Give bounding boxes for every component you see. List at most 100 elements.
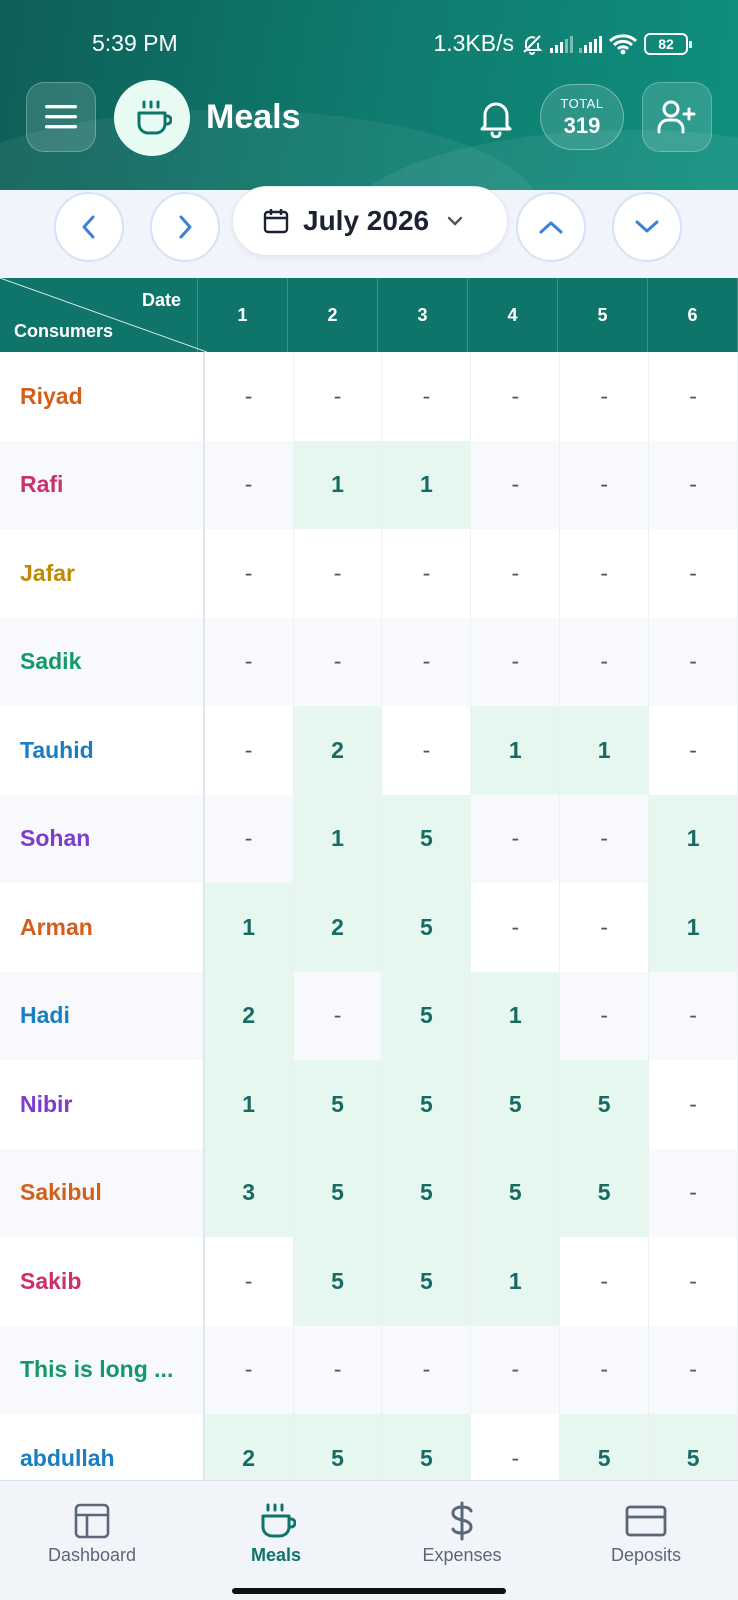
meal-count-cell[interactable]: - xyxy=(205,1237,294,1326)
meal-count-cell[interactable]: 5 xyxy=(471,1060,561,1149)
meal-count-cell[interactable]: - xyxy=(382,617,472,706)
consumer-name[interactable]: Jafar xyxy=(0,529,205,618)
meal-count-cell[interactable]: 5 xyxy=(649,1414,738,1480)
meal-count-cell[interactable]: - xyxy=(649,1237,738,1326)
meal-count-cell[interactable]: - xyxy=(382,706,472,795)
meal-count-cell[interactable]: - xyxy=(382,1325,472,1414)
meal-count-cell[interactable]: 1 xyxy=(204,1060,294,1149)
meal-count-cell[interactable]: - xyxy=(471,1414,561,1480)
month-selector[interactable]: July 2026 xyxy=(232,186,508,256)
meal-count-cell[interactable]: 5 xyxy=(471,1148,561,1237)
meal-count-cell[interactable]: 2 xyxy=(293,883,383,972)
meal-count-cell[interactable]: 1 xyxy=(382,440,472,529)
meal-count-cell[interactable]: - xyxy=(471,1325,561,1414)
meal-count-cell[interactable]: 5 xyxy=(382,1414,472,1480)
meal-count-cell[interactable]: 1 xyxy=(649,794,738,883)
meal-count-cell[interactable]: - xyxy=(649,1148,738,1237)
meal-count-cell[interactable]: 1 xyxy=(293,440,383,529)
meal-count-cell[interactable]: 3 xyxy=(204,1148,294,1237)
meal-count-cell[interactable]: - xyxy=(471,352,561,441)
meal-count-cell[interactable]: - xyxy=(471,794,561,883)
meal-count-cell[interactable]: 5 xyxy=(382,1060,472,1149)
meal-count-cell[interactable]: - xyxy=(205,617,294,706)
meal-count-cell[interactable]: 5 xyxy=(560,1148,650,1237)
meal-count-cell[interactable]: 5 xyxy=(382,971,472,1060)
meal-count-cell[interactable]: - xyxy=(649,440,738,529)
consumer-name[interactable]: Rafi xyxy=(0,440,205,529)
consumer-name[interactable]: abdullah xyxy=(0,1414,205,1480)
meal-count-cell[interactable]: - xyxy=(471,883,561,972)
consumer-name[interactable]: Tauhid xyxy=(0,706,205,795)
meal-count-cell[interactable]: 1 xyxy=(649,883,738,972)
meal-count-cell[interactable]: 1 xyxy=(293,794,383,883)
meal-count-cell[interactable]: 5 xyxy=(382,794,472,883)
meal-count-cell[interactable]: 5 xyxy=(293,1148,383,1237)
consumer-name[interactable]: Arman xyxy=(0,883,205,972)
consumer-name[interactable]: Sakibul xyxy=(0,1148,205,1237)
meal-count-cell[interactable]: - xyxy=(560,529,650,618)
meal-count-cell[interactable]: 5 xyxy=(293,1060,383,1149)
meal-count-cell[interactable]: 5 xyxy=(382,1237,472,1326)
scroll-down-button[interactable] xyxy=(612,192,682,262)
consumer-name[interactable]: Hadi xyxy=(0,971,205,1060)
meal-count-cell[interactable]: - xyxy=(294,352,383,441)
meal-count-cell[interactable]: - xyxy=(649,529,738,618)
meal-count-cell[interactable]: 1 xyxy=(204,883,294,972)
nav-meals[interactable]: Meals xyxy=(196,1497,356,1566)
meal-count-cell[interactable]: - xyxy=(649,1060,738,1149)
meal-count-cell[interactable]: - xyxy=(560,883,650,972)
meal-count-cell[interactable]: - xyxy=(382,352,472,441)
meal-count-cell[interactable]: - xyxy=(560,1237,650,1326)
meal-count-cell[interactable]: - xyxy=(205,794,294,883)
meal-count-cell[interactable]: - xyxy=(560,794,650,883)
meal-count-cell[interactable]: - xyxy=(471,529,561,618)
meal-count-cell[interactable]: - xyxy=(560,440,650,529)
scroll-up-button[interactable] xyxy=(516,192,586,262)
meal-count-cell[interactable]: 2 xyxy=(204,971,294,1060)
add-user-button[interactable] xyxy=(642,82,712,152)
meal-count-cell[interactable]: - xyxy=(205,352,294,441)
previous-month-button[interactable] xyxy=(54,192,124,262)
meal-count-cell[interactable]: 1 xyxy=(471,971,561,1060)
meal-count-cell[interactable]: 5 xyxy=(293,1414,383,1480)
meal-count-cell[interactable]: - xyxy=(560,1325,650,1414)
meal-count-cell[interactable]: 1 xyxy=(560,706,650,795)
meal-count-cell[interactable]: 5 xyxy=(293,1237,383,1326)
meal-count-cell[interactable]: - xyxy=(649,352,738,441)
meal-count-cell[interactable]: - xyxy=(560,971,650,1060)
consumer-name[interactable]: Sakib xyxy=(0,1237,205,1326)
meal-count-cell[interactable]: - xyxy=(205,1325,294,1414)
consumer-name[interactable]: Sohan xyxy=(0,794,205,883)
meal-count-cell[interactable]: - xyxy=(649,706,738,795)
meal-count-cell[interactable]: 5 xyxy=(560,1060,650,1149)
meal-count-cell[interactable]: - xyxy=(205,440,294,529)
meal-count-cell[interactable]: - xyxy=(471,617,561,706)
meal-count-cell[interactable]: - xyxy=(560,617,650,706)
nav-expenses[interactable]: Expenses xyxy=(382,1497,542,1566)
menu-button[interactable] xyxy=(26,82,96,152)
meal-count-cell[interactable]: - xyxy=(294,1325,383,1414)
meal-count-cell[interactable]: 2 xyxy=(293,706,383,795)
notifications-button[interactable] xyxy=(474,96,518,140)
meal-count-cell[interactable]: - xyxy=(471,440,561,529)
meal-count-cell[interactable]: 1 xyxy=(471,706,561,795)
meal-count-cell[interactable]: 5 xyxy=(382,883,472,972)
meal-count-cell[interactable]: 5 xyxy=(560,1414,650,1480)
consumer-name[interactable]: Riyad xyxy=(0,352,205,441)
meal-count-cell[interactable]: - xyxy=(205,706,294,795)
consumer-name[interactable]: Nibir xyxy=(0,1060,205,1149)
meal-count-cell[interactable]: - xyxy=(294,617,383,706)
meal-count-cell[interactable]: - xyxy=(649,617,738,706)
meal-count-cell[interactable]: - xyxy=(294,529,383,618)
next-month-button[interactable] xyxy=(150,192,220,262)
meal-count-cell[interactable]: - xyxy=(294,971,383,1060)
consumer-name[interactable]: This is long ... xyxy=(0,1325,205,1414)
nav-dashboard[interactable]: Dashboard xyxy=(12,1497,172,1566)
nav-deposits[interactable]: Deposits xyxy=(566,1497,726,1566)
meal-count-cell[interactable]: 2 xyxy=(204,1414,294,1480)
meal-count-cell[interactable]: 5 xyxy=(382,1148,472,1237)
meal-count-cell[interactable]: - xyxy=(649,1325,738,1414)
meal-count-cell[interactable]: - xyxy=(382,529,472,618)
meal-count-cell[interactable]: - xyxy=(649,971,738,1060)
consumer-name[interactable]: Sadik xyxy=(0,617,205,706)
